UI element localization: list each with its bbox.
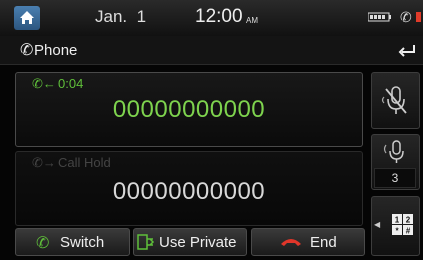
end-call-button[interactable]: End [251,228,365,256]
held-call-number: 00000000000 [112,178,266,205]
home-icon [20,11,34,24]
private-phone-icon [137,234,155,250]
date-text: Jan. 1 [95,7,147,26]
home-button[interactable] [14,6,40,30]
held-call-icon: ✆→ [32,155,56,170]
back-button[interactable] [392,38,422,62]
mic-mute-icon [381,86,407,114]
page-title: Phone [34,42,78,59]
call-hold-label: Call Hold [58,155,111,170]
bluetooth-phone-icon: ✆ [400,9,412,25]
mute-button[interactable] [371,72,420,129]
svg-text:2: 2 [406,216,411,225]
switch-icon: ✆ [36,235,50,252]
call-timer: 0:04 [58,76,84,91]
use-private-label: Use Private [159,234,237,251]
svg-text:1: 1 [395,216,400,225]
clock-ampm: AM [246,16,258,25]
svg-text:#: # [406,227,411,236]
phone-icon: ✆ [20,42,34,59]
end-label: End [310,234,337,251]
active-call-icon: ✆← [32,76,56,91]
use-private-button[interactable]: Use Private [133,228,247,256]
clock-time: 12:00 [195,6,243,27]
battery-icon [368,12,391,22]
mic-volume-icon [383,140,404,163]
switch-label: Switch [60,234,105,251]
back-icon [398,45,415,57]
active-call-number: 00000000000 [112,96,266,123]
expand-arrow-icon: ◀ [374,220,381,229]
signal-icon [416,12,421,22]
mic-volume-value: 3 [374,168,416,188]
switch-button[interactable]: ✆ Switch [15,228,130,256]
end-call-icon [281,239,301,246]
